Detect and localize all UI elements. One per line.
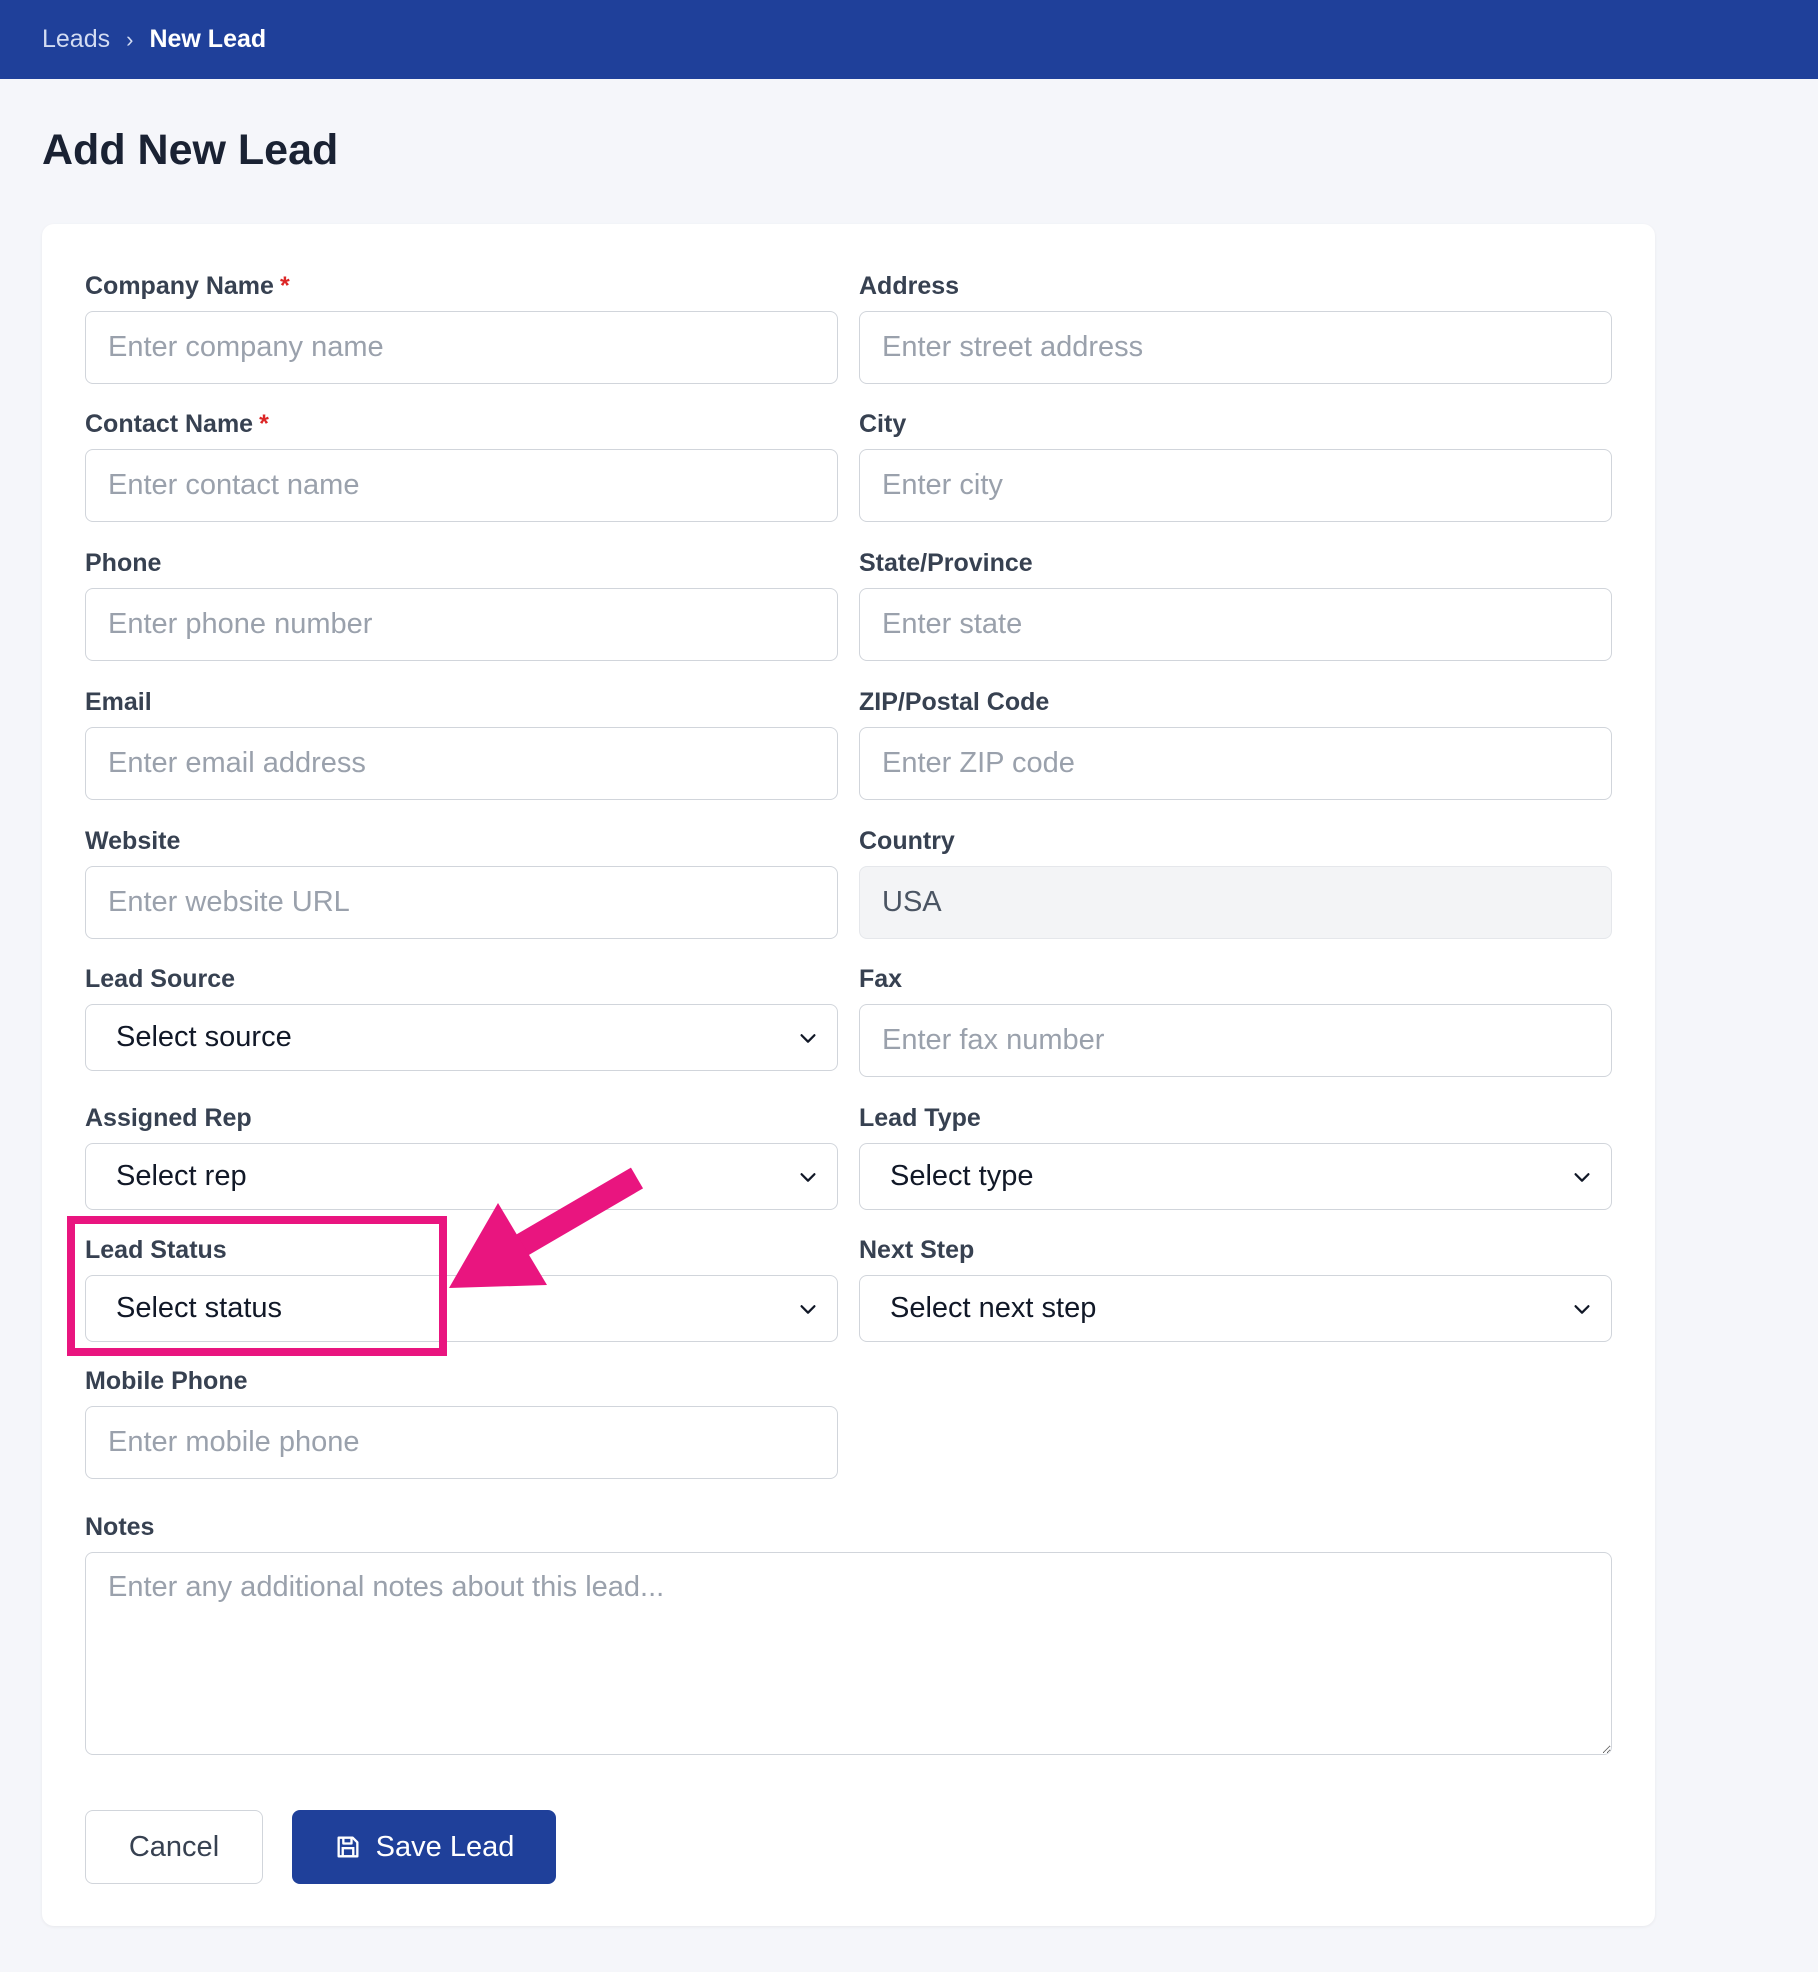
city-label: City: [859, 410, 907, 438]
breadcrumb: Leads › New Lead: [0, 0, 1818, 79]
breadcrumb-current: New Lead: [149, 25, 267, 53]
mobile-phone-label: Mobile Phone: [85, 1367, 248, 1395]
website-label: Website: [85, 827, 181, 855]
chevron-down-icon: [1574, 1172, 1590, 1182]
assigned-rep-select[interactable]: Select rep: [85, 1143, 838, 1210]
phone-input[interactable]: [85, 588, 838, 661]
lead-source-value: Select source: [116, 1021, 292, 1053]
address-label: Address: [859, 272, 960, 300]
lead-status-label: Lead Status: [85, 1236, 227, 1264]
chevron-down-icon: [800, 1033, 816, 1043]
email-input[interactable]: [85, 727, 838, 800]
chevron-down-icon: [1574, 1304, 1590, 1314]
chevron-down-icon: [800, 1304, 816, 1314]
lead-source-select[interactable]: Select source: [85, 1004, 838, 1071]
next-step-select[interactable]: Select next step: [859, 1275, 1612, 1342]
chevron-down-icon: [800, 1172, 816, 1182]
city-input[interactable]: [859, 449, 1612, 522]
lead-type-value: Select type: [890, 1160, 1034, 1192]
breadcrumb-leads-link[interactable]: Leads: [42, 25, 110, 54]
next-step-label: Next Step: [859, 1236, 975, 1264]
lead-status-select[interactable]: Select status: [85, 1275, 838, 1342]
lead-type-select[interactable]: Select type: [859, 1143, 1612, 1210]
address-input[interactable]: [859, 311, 1612, 384]
phone-label: Phone: [85, 549, 162, 577]
lead-type-label: Lead Type: [859, 1104, 981, 1132]
chevron-right-icon: ›: [126, 26, 134, 52]
notes-textarea[interactable]: [85, 1552, 1612, 1755]
save-icon: [337, 1836, 359, 1858]
notes-label: Notes: [85, 1513, 155, 1541]
cancel-button[interactable]: Cancel: [85, 1810, 263, 1884]
zip-label: ZIP/Postal Code: [859, 688, 1050, 716]
country-input: [859, 866, 1612, 939]
contact-name-input[interactable]: [85, 449, 838, 522]
assigned-rep-label: Assigned Rep: [85, 1104, 252, 1132]
required-marker: *: [259, 410, 269, 438]
company-name-label: Company Name *: [85, 272, 290, 300]
fax-label: Fax: [859, 965, 903, 993]
page-title: Add New Lead: [42, 126, 339, 174]
company-name-input[interactable]: [85, 311, 838, 384]
contact-name-label: Contact Name *: [85, 410, 269, 438]
zip-input[interactable]: [859, 727, 1612, 800]
mobile-phone-input[interactable]: [85, 1406, 838, 1479]
email-label: Email: [85, 688, 152, 716]
country-label: Country: [859, 827, 955, 855]
website-input[interactable]: [85, 866, 838, 939]
fax-input[interactable]: [859, 1004, 1612, 1077]
lead-source-label: Lead Source: [85, 965, 236, 993]
lead-status-value: Select status: [116, 1292, 283, 1324]
state-label: State/Province: [859, 549, 1033, 577]
assigned-rep-value: Select rep: [116, 1160, 247, 1192]
save-lead-button[interactable]: Save Lead: [292, 1810, 556, 1884]
required-marker: *: [279, 272, 290, 300]
state-input[interactable]: [859, 588, 1612, 661]
next-step-value: Select next step: [890, 1292, 1097, 1324]
save-lead-label: Save Lead: [375, 1830, 515, 1863]
